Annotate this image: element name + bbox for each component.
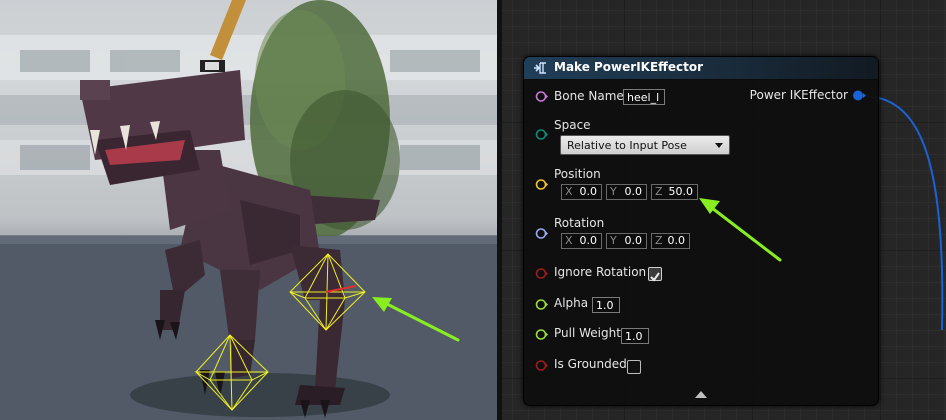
space-dropdown[interactable]: Relative to Input Pose — [560, 135, 730, 155]
position-x-field[interactable]: X 0.0 — [561, 184, 602, 200]
float-pin-icon[interactable] — [535, 328, 548, 341]
axis-label-z: Z — [655, 234, 663, 247]
rotation-y-value: 0.0 — [624, 234, 643, 247]
pin-label-bone-name: Bone Name — [554, 89, 624, 103]
enum-pin-icon[interactable] — [535, 128, 548, 141]
position-x-value: 0.0 — [579, 185, 598, 198]
bool-pin-icon[interactable] — [535, 267, 548, 280]
node-make-powerikeffector[interactable]: Make PowerIKEffector Power IKEffector Bo… — [523, 56, 879, 406]
pin-row-ignore-rotation: Ignore Rotation — [524, 264, 724, 282]
output-pin-label: Power IKEffector — [749, 88, 848, 102]
rotation-z-value: 0.0 — [667, 234, 686, 247]
pin-label-rotation: Rotation — [554, 216, 605, 230]
rotation-y-field[interactable]: Y 0.0 — [606, 233, 647, 249]
pin-label-alpha: Alpha — [554, 296, 589, 310]
pin-row-alpha: Alpha 1.0 — [524, 295, 724, 313]
pin-label-is-grounded: Is Grounded — [554, 357, 627, 371]
node-header[interactable]: Make PowerIKEffector — [524, 57, 878, 80]
is-grounded-checkbox[interactable] — [627, 360, 641, 374]
axis-label-x: X — [565, 185, 573, 198]
output-pin-struct[interactable] — [852, 89, 866, 102]
ignore-rotation-checkbox[interactable] — [648, 267, 662, 282]
bool-pin-icon[interactable] — [535, 359, 548, 372]
pin-row-is-grounded: Is Grounded — [524, 356, 724, 374]
rotation-fields: X 0.0 Y 0.0 Z 0.0 — [561, 233, 761, 249]
axis-label-x: X — [565, 234, 573, 247]
pin-row-position: Position X 0.0 Y 0.0 Z 50.0 — [524, 166, 764, 206]
viewport-scene — [0, 0, 497, 420]
pin-row-pull-weight: Pull Weight 1.0 — [524, 325, 724, 344]
rotation-x-value: 0.0 — [579, 234, 598, 247]
bone-name-input[interactable]: heel_l — [623, 89, 665, 105]
function-icon — [534, 62, 546, 74]
pin-label-ignore-rotation: Ignore Rotation — [554, 265, 647, 279]
pin-label-position: Position — [554, 167, 601, 181]
pin-label-pull-weight: Pull Weight — [554, 326, 621, 340]
rotator-pin-icon[interactable] — [535, 227, 548, 240]
position-z-field[interactable]: Z 50.0 — [651, 184, 698, 200]
chevron-down-icon — [715, 143, 723, 148]
axis-label-z: Z — [655, 185, 663, 198]
blueprint-graph[interactable]: Make PowerIKEffector Power IKEffector Bo… — [502, 0, 946, 420]
position-y-field[interactable]: Y 0.0 — [606, 184, 647, 200]
axis-label-y: Y — [610, 234, 617, 247]
alpha-input[interactable]: 1.0 — [592, 297, 620, 313]
axis-label-y: Y — [610, 185, 617, 198]
checkmark-icon — [650, 272, 660, 282]
rotation-x-field[interactable]: X 0.0 — [561, 233, 602, 249]
name-pin-icon[interactable] — [535, 90, 548, 103]
pin-row-bone-name: Bone Name heel_l — [524, 88, 724, 106]
pin-label-space: Space — [554, 118, 591, 132]
rotation-z-field[interactable]: Z 0.0 — [651, 233, 690, 249]
collapse-arrow-icon[interactable] — [695, 391, 707, 398]
position-fields: X 0.0 Y 0.0 Z 50.0 — [561, 184, 761, 200]
space-dropdown-value: Relative to Input Pose — [567, 139, 687, 152]
float-pin-icon[interactable] — [535, 298, 548, 311]
pin-row-rotation: Rotation X 0.0 Y 0.0 Z 0.0 — [524, 215, 764, 255]
position-z-value: 50.0 — [668, 185, 694, 198]
viewport[interactable] — [0, 0, 497, 420]
vector-pin-icon[interactable] — [535, 178, 548, 191]
pull-weight-input[interactable]: 1.0 — [621, 328, 649, 344]
position-y-value: 0.0 — [624, 185, 643, 198]
node-title: Make PowerIKEffector — [554, 60, 704, 74]
